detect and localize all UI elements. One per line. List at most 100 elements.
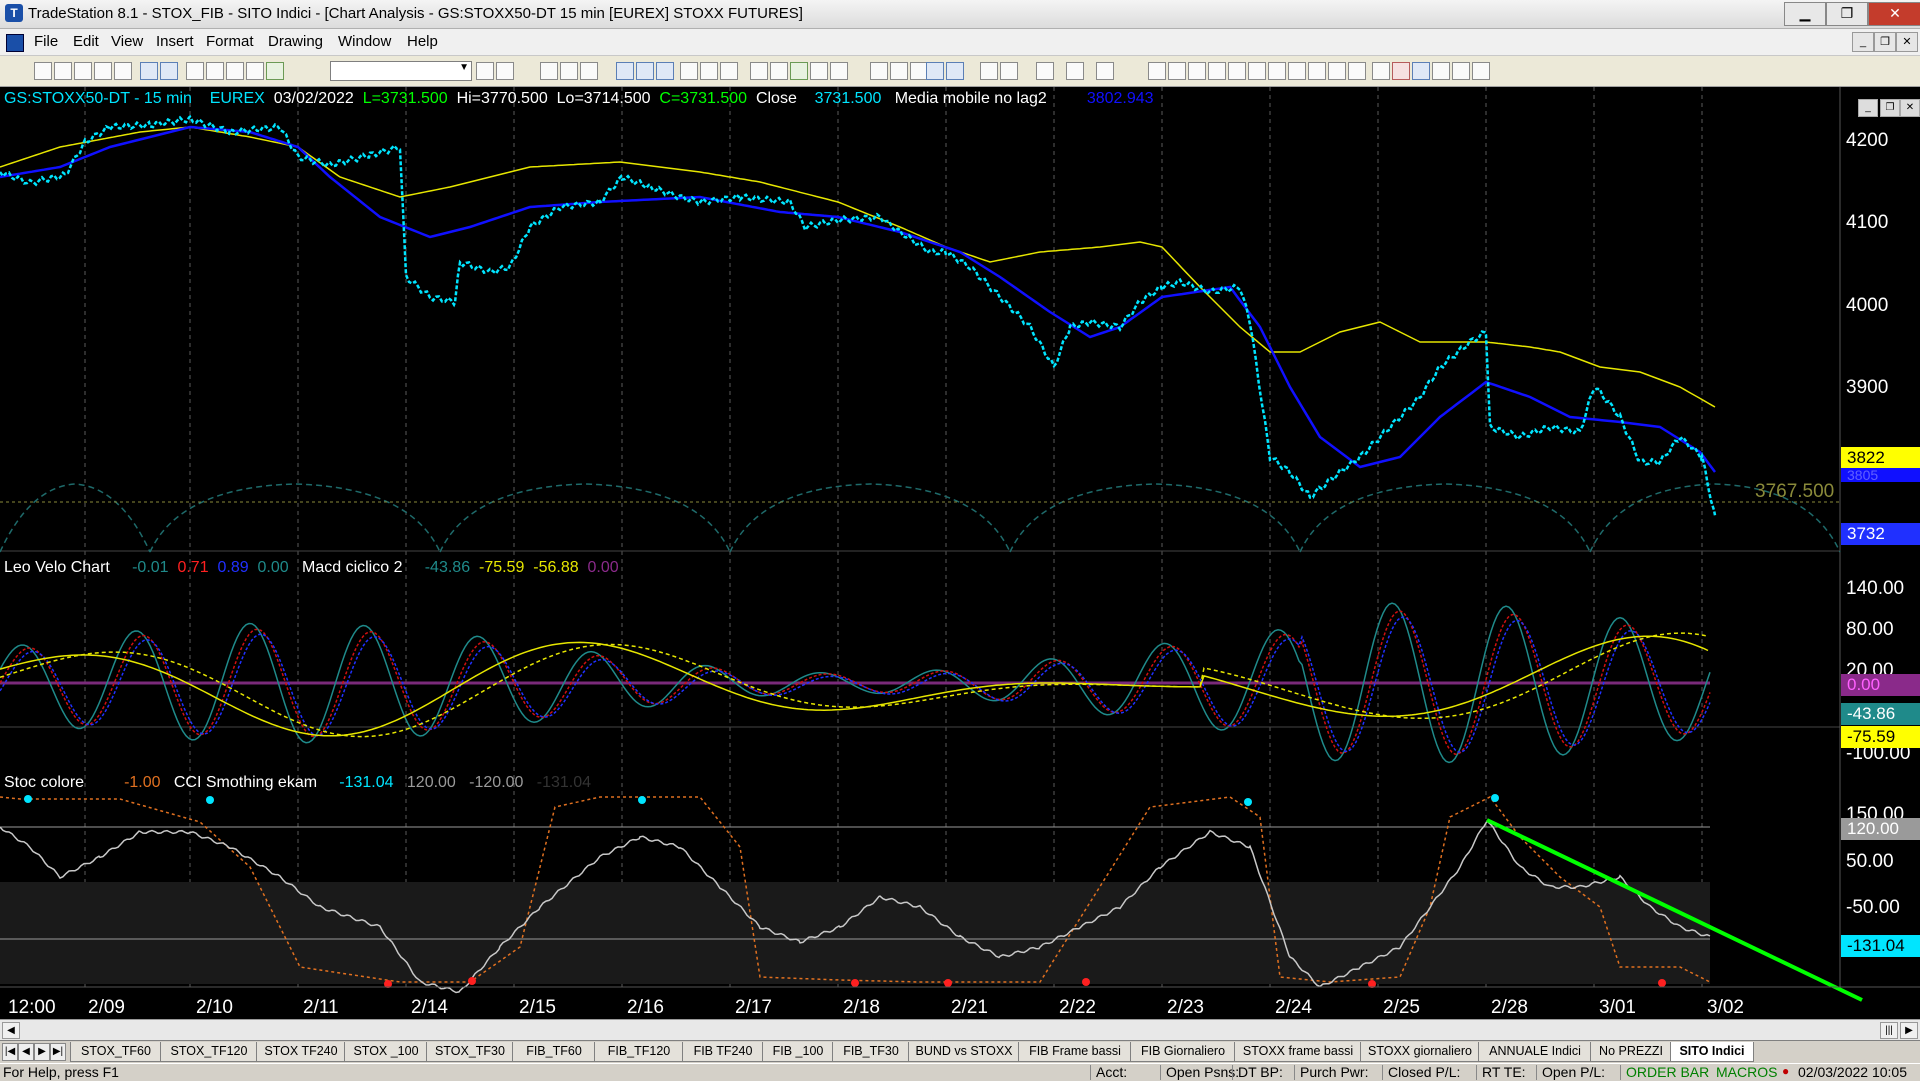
- minimize-button[interactable]: ▁: [1784, 2, 1826, 26]
- time-scale-icon[interactable]: [870, 62, 888, 80]
- radar-screen-icon[interactable]: [560, 62, 578, 80]
- workspace-dropdown[interactable]: ▼: [330, 61, 472, 81]
- tab-stoxx-giornaliero[interactable]: STOXX giornaliero: [1360, 1042, 1480, 1062]
- tab-bund-vs-stoxx[interactable]: BUND vs STOXX: [908, 1042, 1020, 1062]
- order-bar-button[interactable]: ORDER BAR: [1626, 1064, 1709, 1080]
- order-icon[interactable]: [1066, 62, 1084, 80]
- tab-stox-100[interactable]: STOX _100: [344, 1042, 428, 1062]
- bar-chart-icon[interactable]: [770, 62, 788, 80]
- ohlc-icon[interactable]: [830, 62, 848, 80]
- menu-format[interactable]: Format: [206, 33, 254, 50]
- zoom-out-icon[interactable]: [946, 62, 964, 80]
- price-scale-icon[interactable]: [890, 62, 908, 80]
- tab-fib-tf60[interactable]: FIB_TF60: [512, 1042, 596, 1062]
- chart-minimize-button[interactable]: _: [1858, 99, 1878, 117]
- arrow-down-icon[interactable]: [1392, 62, 1410, 80]
- print-icon[interactable]: [140, 62, 158, 80]
- menu-help[interactable]: Help: [407, 33, 438, 50]
- format-window-icon[interactable]: [186, 62, 204, 80]
- properties-icon[interactable]: [246, 62, 264, 80]
- menu-window[interactable]: Window: [338, 33, 391, 50]
- pointer-icon[interactable]: [980, 62, 998, 80]
- andrews-icon[interactable]: [1268, 62, 1286, 80]
- mdi-restore-button[interactable]: ❐: [1874, 32, 1896, 52]
- restore-button[interactable]: ❐: [1826, 2, 1868, 26]
- cycle-lines-icon[interactable]: [1308, 62, 1326, 80]
- tab-fib-tf30[interactable]: FIB_TF30: [832, 1042, 910, 1062]
- trendline-icon[interactable]: [1148, 62, 1166, 80]
- tab-stox-tf30[interactable]: STOX_TF30: [426, 1042, 514, 1062]
- tab-stox-tf120[interactable]: STOX_TF120: [160, 1042, 258, 1062]
- window-cascade-icon[interactable]: [720, 62, 738, 80]
- new-icon[interactable]: [34, 62, 52, 80]
- mdi-close-button[interactable]: ✕: [1896, 32, 1918, 52]
- scroll-left-icon[interactable]: ◀: [2, 1022, 20, 1039]
- fib-icon[interactable]: [1228, 62, 1246, 80]
- tab-fib-tf240[interactable]: FIB TF240: [682, 1042, 764, 1062]
- tab-prev-icon[interactable]: ◀: [18, 1043, 34, 1061]
- ellipse-icon[interactable]: [1432, 62, 1450, 80]
- menu-file[interactable]: File: [34, 33, 58, 50]
- tab-last-icon[interactable]: ▶|: [50, 1043, 66, 1061]
- arrow-up-icon[interactable]: [1412, 62, 1430, 80]
- zoom-in-icon[interactable]: [926, 62, 944, 80]
- arc-icon[interactable]: [1328, 62, 1346, 80]
- tab-first-icon[interactable]: |◀: [2, 1043, 18, 1061]
- chart-canvas[interactable]: 4200 4100 4000 3900 140.00 80.00 20.00 -…: [0, 87, 1920, 1019]
- horizontal-line-icon[interactable]: [1188, 62, 1206, 80]
- tab-fib-giornaliero[interactable]: FIB Giornaliero: [1130, 1042, 1236, 1062]
- macros-button[interactable]: MACROS: [1716, 1064, 1777, 1080]
- lock-icon[interactable]: [226, 62, 244, 80]
- open-icon[interactable]: [54, 62, 72, 80]
- horizontal-scrollbar[interactable]: ◀ ||| ▶: [0, 1019, 1920, 1040]
- scroll-right-icon[interactable]: ▶: [1900, 1022, 1918, 1039]
- menu-drawing[interactable]: Drawing: [268, 33, 323, 50]
- chart-window-icon[interactable]: [6, 34, 24, 52]
- chart-analysis-window[interactable]: 4200 4100 4000 3900 140.00 80.00 20.00 -…: [0, 87, 1920, 1019]
- vertical-line-icon[interactable]: [1208, 62, 1226, 80]
- chart-analysis-icon[interactable]: [540, 62, 558, 80]
- tab-annuale-indici[interactable]: ANNUALE Indici: [1478, 1042, 1592, 1062]
- close-button[interactable]: ✕: [1868, 2, 1920, 26]
- tab-fib-tf120[interactable]: FIB_TF120: [594, 1042, 684, 1062]
- pencil-icon[interactable]: [1348, 62, 1366, 80]
- window-tile-icon[interactable]: [700, 62, 718, 80]
- mdi-minimize-button[interactable]: _: [1852, 32, 1874, 52]
- candlestick-icon[interactable]: [790, 62, 808, 80]
- ruler-icon[interactable]: [1372, 62, 1390, 80]
- showme-icon[interactable]: [656, 62, 674, 80]
- text-icon[interactable]: [1472, 62, 1490, 80]
- tab-stox-tf240[interactable]: STOX TF240: [256, 1042, 346, 1062]
- data-window-icon[interactable]: [750, 62, 768, 80]
- menu-insert[interactable]: Insert: [156, 33, 194, 50]
- chart-close-button[interactable]: ✕: [1900, 99, 1920, 117]
- scroll-thumb[interactable]: |||: [1880, 1022, 1898, 1039]
- find-icon[interactable]: [496, 62, 514, 80]
- matrix-icon[interactable]: [580, 62, 598, 80]
- copy-icon[interactable]: [94, 62, 112, 80]
- tab-next-icon[interactable]: ▶: [34, 1043, 50, 1061]
- gann-icon[interactable]: [1168, 62, 1186, 80]
- chart-restore-button[interactable]: ❐: [1880, 99, 1900, 117]
- arrow-right-icon[interactable]: [476, 62, 494, 80]
- menu-edit[interactable]: Edit: [73, 33, 99, 50]
- print-preview-icon[interactable]: [160, 62, 178, 80]
- hand-icon[interactable]: [1000, 62, 1018, 80]
- format-symbol-icon[interactable]: [206, 62, 224, 80]
- tab-no-prezzi[interactable]: No PREZZI: [1590, 1042, 1672, 1062]
- clip-icon[interactable]: [1096, 62, 1114, 80]
- save-icon[interactable]: [74, 62, 92, 80]
- tab-stoxx-frame-bassi[interactable]: STOXX frame bassi: [1234, 1042, 1362, 1062]
- menu-view[interactable]: View: [111, 33, 143, 50]
- indicator-icon[interactable]: [636, 62, 654, 80]
- channel-icon[interactable]: [1248, 62, 1266, 80]
- tab-stox-tf60[interactable]: STOX_TF60: [70, 1042, 162, 1062]
- tab-fib-100[interactable]: FIB _100: [762, 1042, 834, 1062]
- tab-sito-indici[interactable]: SITO Indici: [1670, 1042, 1754, 1062]
- strategy-icon[interactable]: [616, 62, 634, 80]
- analysis-icon[interactable]: [680, 62, 698, 80]
- speed-lines-icon[interactable]: [1288, 62, 1306, 80]
- paste-icon[interactable]: [114, 62, 132, 80]
- line-chart-icon[interactable]: [810, 62, 828, 80]
- tab-fib-frame-bassi[interactable]: FIB Frame bassi: [1018, 1042, 1132, 1062]
